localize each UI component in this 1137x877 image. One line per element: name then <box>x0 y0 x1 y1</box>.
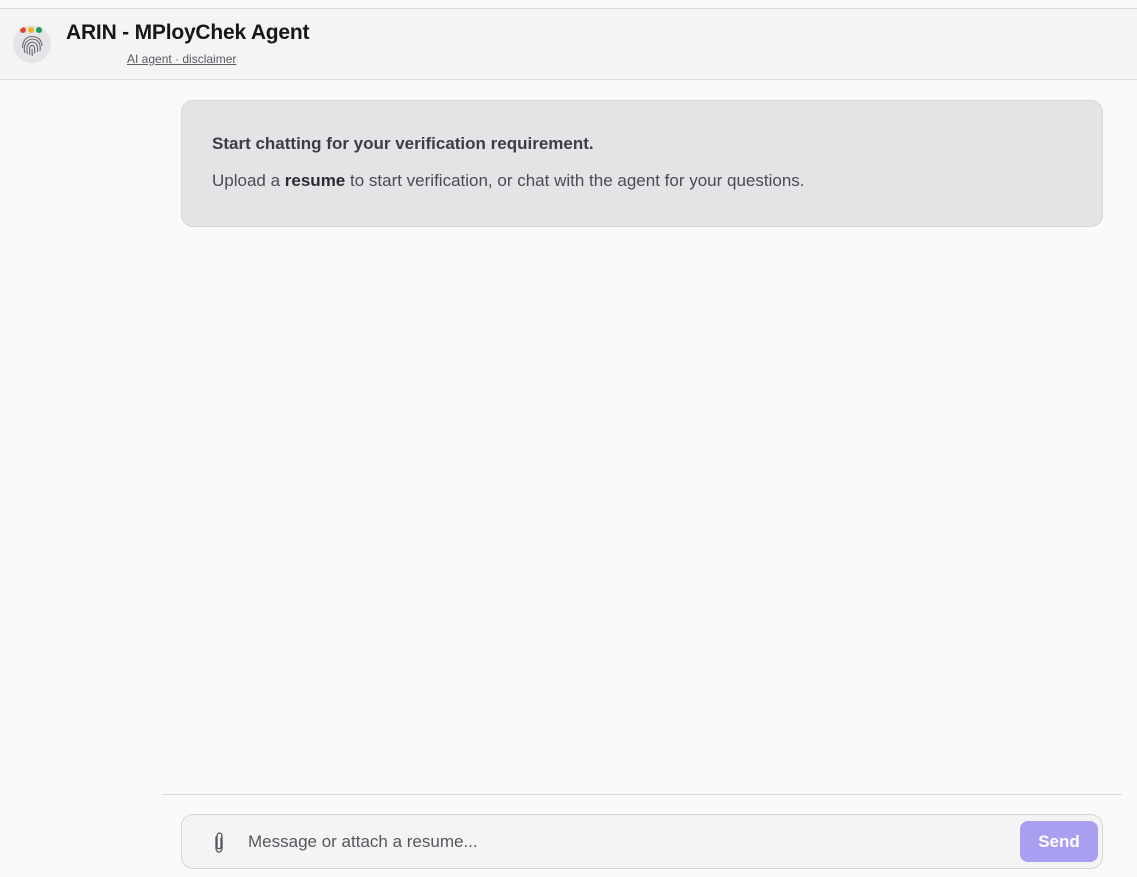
welcome-message: Start chatting for your verification req… <box>181 100 1103 227</box>
agent-avatar <box>13 25 51 63</box>
fingerprint-icon <box>20 27 43 57</box>
paperclip-icon <box>215 832 223 853</box>
attach-button[interactable] <box>210 831 228 855</box>
welcome-body-suffix: to start verification, or chat with the … <box>345 171 805 190</box>
message-composer: Send <box>181 814 1103 869</box>
message-input[interactable] <box>248 827 1008 857</box>
agent-title: ARIN - MPloyChek Agent <box>66 21 310 44</box>
welcome-body-bold: resume <box>284 171 346 190</box>
disclaimer-link[interactable]: AI agent · disclaimer <box>127 52 236 66</box>
chat-header: ARIN - MPloyChek Agent AI agent · discla… <box>0 8 1137 80</box>
welcome-body-prefix: Upload a <box>212 171 285 190</box>
composer-divider <box>162 794 1122 795</box>
chat-app: ARIN - MPloyChek Agent AI agent · discla… <box>0 0 1137 877</box>
welcome-body: Upload a resume to start verification, o… <box>212 171 1072 191</box>
welcome-heading: Start chatting for your verification req… <box>212 134 594 153</box>
send-button[interactable]: Send <box>1020 821 1098 862</box>
